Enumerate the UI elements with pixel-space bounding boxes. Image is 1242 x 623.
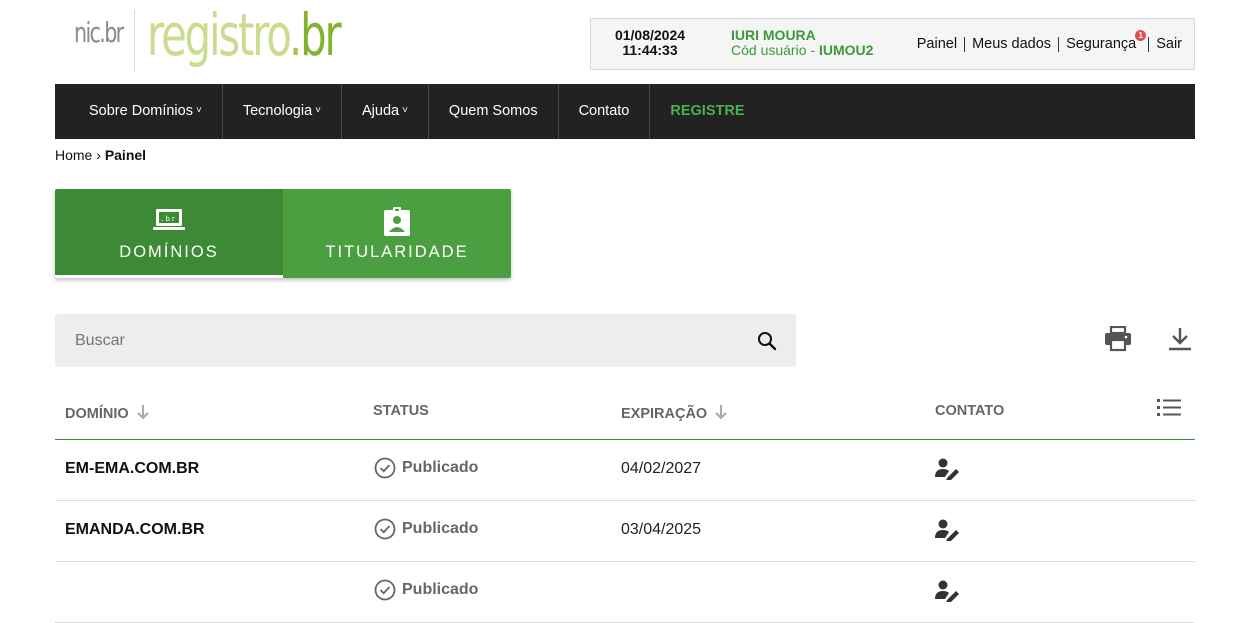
table-row[interactable]: EMANDA.COM.BR Publicado 03/04/2025 (55, 501, 1195, 562)
print-icon[interactable] (1104, 325, 1132, 357)
col-status: STATUS (373, 403, 429, 419)
sort-arrow-icon[interactable] (715, 405, 727, 424)
check-circle-icon (374, 518, 396, 540)
edit-contact-icon[interactable] (935, 458, 961, 485)
notification-badge: 1 (1135, 30, 1147, 41)
laptop-br-icon: .br (153, 207, 185, 235)
status: Publicado (374, 579, 478, 601)
expiration-date: 03/04/2025 (621, 521, 702, 538)
domain-name[interactable]: EMANDA.COM.BR (65, 521, 205, 539)
chevron-down-icon: ˅ (402, 105, 408, 116)
search-icon[interactable] (757, 331, 777, 356)
date-text: 01/08/2024 (614, 27, 686, 43)
edit-contact-icon[interactable] (935, 519, 961, 546)
user-info-box: 01/08/2024 11:44:33 IURI MOURA Cód usuár… (590, 18, 1195, 70)
edit-contact-icon[interactable] (935, 580, 961, 607)
tab-titularidade[interactable]: TITULARIDADE (283, 189, 511, 278)
section-tabs: .br DOMÍNIOS TITULARIDADE (55, 189, 511, 278)
svg-text:.br: .br (161, 215, 177, 223)
nav-sobre-dominios[interactable]: Sobre Domínios ˅ (55, 84, 223, 139)
domain-name[interactable]: EM-EMA.COM.BR (65, 460, 199, 478)
breadcrumb: Home › Painel (55, 147, 146, 163)
status: Publicado (374, 457, 478, 479)
user-info: IURI MOURA Cód usuário - IUMOU2 (731, 28, 873, 58)
status: Publicado (374, 518, 478, 540)
seguranca-link[interactable]: Segurança 1 (1066, 30, 1147, 52)
meus-dados-link[interactable]: Meus dados (972, 36, 1051, 52)
col-contato: CONTATO (935, 403, 1005, 419)
sort-arrow-icon[interactable] (136, 405, 149, 424)
nav-quem-somos[interactable]: Quem Somos (429, 84, 559, 139)
user-links: Painel Meus dados Segurança 1 Sair (917, 30, 1182, 52)
logo-divider (134, 10, 135, 72)
col-dominio[interactable]: DOMÍNIO (65, 405, 149, 424)
badge-icon (383, 207, 411, 236)
tab-label: DOMÍNIOS (119, 243, 219, 261)
nav-registre[interactable]: REGISTRE (650, 84, 764, 139)
search-bar (55, 314, 796, 367)
breadcrumb-separator: › (96, 147, 101, 163)
table-row[interactable]: Publicado (55, 562, 1195, 623)
sair-link[interactable]: Sair (1156, 36, 1182, 52)
divider (1058, 37, 1060, 52)
breadcrumb-current: Painel (104, 147, 147, 163)
divider (964, 37, 966, 52)
table-row[interactable]: EM-EMA.COM.BR Publicado 04/02/2027 (55, 440, 1195, 501)
download-icon[interactable] (1167, 326, 1193, 357)
user-code: Cód usuário - IUMOU2 (731, 42, 874, 58)
site-logo[interactable]: nic.br registro.br (74, 4, 414, 72)
divider (1148, 37, 1150, 52)
chevron-down-icon: ˅ (315, 105, 321, 116)
list-view-icon[interactable] (1157, 398, 1181, 423)
time-text: 11:44:33 (622, 42, 678, 58)
breadcrumb-home[interactable]: Home (55, 147, 92, 163)
datetime: 01/08/2024 11:44:33 (591, 28, 709, 58)
main-nav: Sobre Domínios ˅ Tecnologia ˅ Ajuda ˅ Quem … (55, 84, 1195, 139)
nav-tecnologia[interactable]: Tecnologia ˅ (223, 84, 342, 139)
nicbr-logo: nic.br (74, 16, 124, 49)
nav-contato[interactable]: Contato (559, 84, 651, 139)
painel-link[interactable]: Painel (917, 36, 957, 52)
expiration-date: 04/02/2027 (621, 460, 702, 477)
check-circle-icon (374, 579, 396, 601)
registrobr-logo: registro.br (147, 1, 342, 69)
tab-label: TITULARIDADE (325, 243, 469, 261)
col-expiracao[interactable]: EXPIRAÇÃO (621, 405, 727, 424)
user-name: IURI MOURA (731, 27, 816, 43)
table-header: DOMÍNIO STATUS EXPIRAÇÃO CONTATO (55, 390, 1195, 440)
search-input[interactable] (55, 314, 735, 367)
nav-ajuda[interactable]: Ajuda ˅ (342, 84, 429, 139)
tab-dominios[interactable]: .br DOMÍNIOS (55, 189, 283, 278)
check-circle-icon (374, 457, 396, 479)
chevron-down-icon: ˅ (195, 105, 202, 116)
